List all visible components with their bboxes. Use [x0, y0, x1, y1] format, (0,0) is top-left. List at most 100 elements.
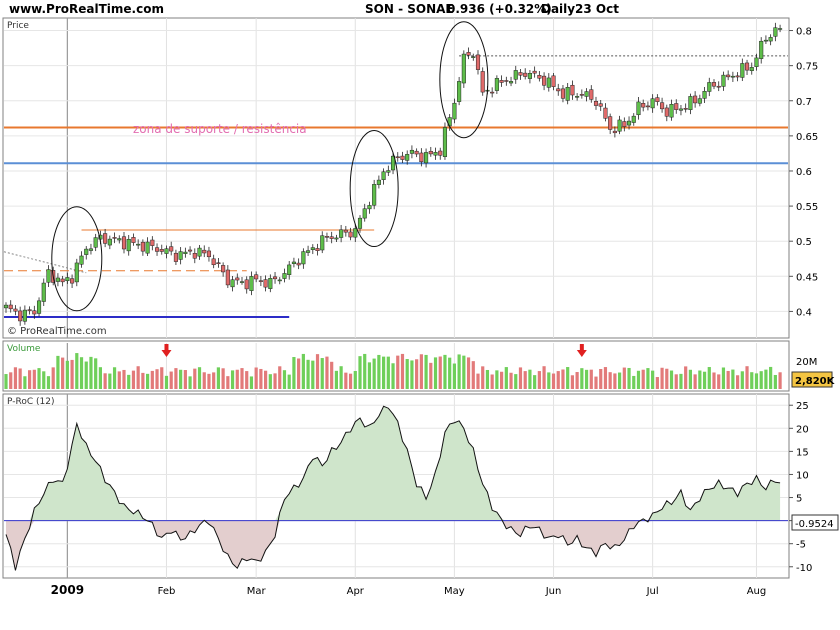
candle-body	[376, 179, 381, 185]
volume-bar	[358, 356, 362, 389]
volume-bar	[500, 371, 504, 389]
candle-body	[669, 103, 674, 118]
volume-bar	[754, 373, 759, 389]
volume-bar	[193, 368, 197, 389]
candle-body	[154, 247, 160, 252]
candle-body	[268, 278, 273, 289]
volume-bar	[603, 367, 608, 389]
volume-bar	[297, 358, 301, 389]
volume-bar	[112, 367, 117, 389]
candle-body	[433, 152, 438, 156]
candle-body	[107, 238, 112, 246]
volume-bar	[315, 354, 320, 389]
volume-bar	[282, 370, 287, 389]
candle-body	[678, 108, 684, 111]
candle-body	[372, 184, 377, 206]
candle-body	[593, 101, 599, 106]
volume-bar	[773, 374, 777, 389]
candle-body	[565, 87, 570, 101]
candle-body	[131, 237, 136, 243]
candle-body	[221, 265, 226, 273]
candle-body	[136, 243, 141, 246]
volume-bar	[448, 357, 452, 389]
candle-body	[93, 237, 98, 248]
candle-body	[645, 105, 650, 108]
volume-bar	[717, 374, 721, 389]
candle-body	[249, 276, 254, 291]
candle-body	[442, 127, 448, 157]
volume-bar	[660, 367, 664, 389]
volume-bar	[131, 370, 136, 389]
volume-bar	[736, 375, 740, 389]
candle-body	[617, 119, 622, 132]
volume-bar	[259, 368, 263, 389]
candle-body	[197, 247, 202, 257]
candle-body	[41, 282, 46, 302]
candle-body	[744, 62, 750, 71]
candle-body	[254, 274, 259, 280]
candle-body	[740, 63, 745, 78]
price-tick-label: 0.45	[796, 272, 818, 283]
candle-body	[211, 258, 216, 266]
candle-body	[603, 107, 608, 119]
volume-bar	[471, 361, 475, 389]
candle-body	[716, 85, 721, 88]
candle-body	[584, 91, 589, 97]
volume-bar	[566, 367, 570, 389]
candle-body	[735, 75, 740, 78]
candle-body	[508, 81, 514, 84]
volume-bar	[726, 370, 730, 389]
candle-body	[598, 103, 603, 107]
candle-body	[395, 156, 400, 159]
volume-bar	[18, 368, 22, 389]
volume-bar	[183, 370, 187, 389]
volume-bar	[264, 370, 268, 389]
volume-bar	[452, 363, 456, 389]
candle-body	[386, 170, 391, 173]
volume-bar	[721, 367, 726, 389]
volume-bar	[164, 375, 169, 389]
price-tick-label: 0.5	[796, 237, 812, 248]
candle-body	[235, 277, 240, 281]
volume-bar	[235, 369, 239, 389]
x-tick-label: Mar	[247, 586, 267, 597]
candle-body	[494, 78, 499, 91]
volume-bar	[146, 373, 150, 389]
candle-body	[244, 279, 249, 290]
volume-bar	[608, 372, 612, 389]
volume-last-value: 2,820K	[795, 376, 836, 387]
candle-body	[499, 80, 504, 83]
volume-bar	[415, 359, 419, 389]
volume-bar	[292, 357, 296, 389]
candle-body	[409, 149, 414, 154]
x-tick-label: Jul	[646, 586, 659, 597]
volume-bar	[330, 361, 334, 389]
volume-bar	[70, 359, 74, 389]
candle-body	[579, 94, 584, 96]
volume-bar	[4, 374, 8, 389]
volume-bar	[599, 369, 603, 389]
candle-body	[480, 71, 485, 93]
volume-bar	[391, 363, 395, 389]
candle-body	[353, 228, 358, 238]
candle-body	[702, 91, 707, 99]
candle-body	[277, 279, 282, 282]
candle-body	[641, 103, 646, 108]
volume-bar	[646, 368, 650, 389]
candle-body	[310, 247, 315, 250]
candle-body	[140, 241, 145, 252]
candle-body	[688, 96, 693, 110]
candle-body	[570, 84, 575, 96]
volume-bar	[769, 366, 773, 389]
candle-body	[381, 171, 386, 180]
volume-bar	[122, 369, 126, 389]
volume-bar	[504, 367, 508, 389]
volume-bar	[353, 370, 357, 389]
volume-bar	[759, 371, 763, 389]
candle-body	[457, 81, 462, 102]
volume-bar	[42, 371, 46, 389]
volume-bar	[23, 376, 27, 389]
candle-body	[518, 72, 523, 76]
candle-body	[169, 246, 174, 252]
volume-bar	[386, 356, 390, 389]
